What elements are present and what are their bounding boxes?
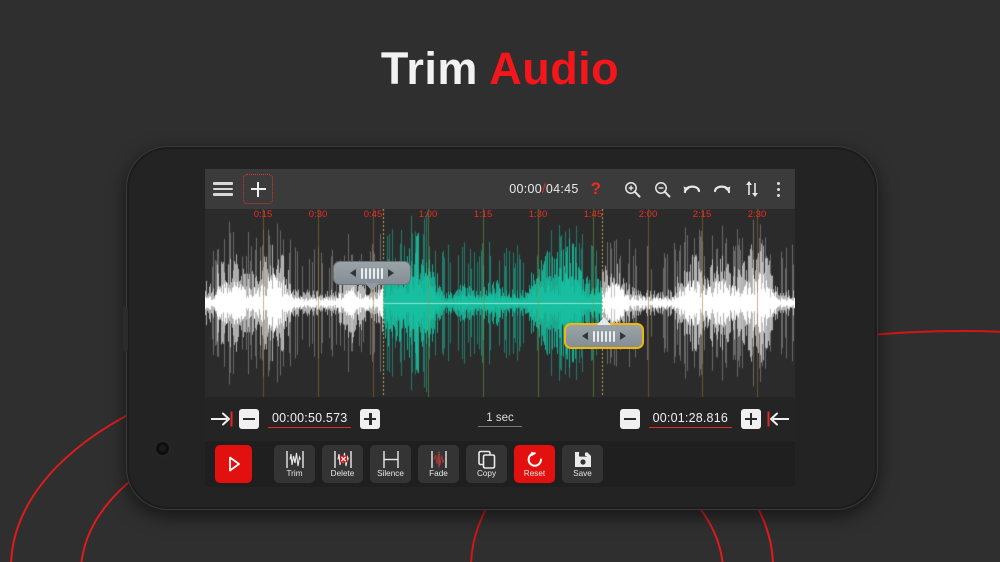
time-display: 00:00/04:45 xyxy=(509,182,578,196)
left-selection-handle[interactable] xyxy=(333,261,411,291)
redo-icon[interactable] xyxy=(707,169,737,209)
jump-to-start-icon[interactable] xyxy=(205,410,239,428)
handle-right-arrow-icon xyxy=(619,332,626,340)
help-button[interactable]: ? xyxy=(591,179,601,199)
delete-button[interactable]: Delete xyxy=(322,445,363,483)
start-time-value[interactable]: 00:00:50.573 xyxy=(268,411,352,428)
trim-button[interactable]: Trim xyxy=(274,445,315,483)
toolbar-right-group: 00:00/04:45 ? xyxy=(509,169,789,209)
save-button[interactable]: Save xyxy=(562,445,603,483)
phone-side-button xyxy=(123,306,128,352)
jump-to-end-icon[interactable] xyxy=(761,410,795,428)
handle-pointer xyxy=(597,317,611,325)
trim-icon xyxy=(282,449,308,469)
zoom-out-icon[interactable] xyxy=(647,169,677,209)
overflow-menu-icon[interactable] xyxy=(767,169,789,209)
fade-button[interactable]: Fade xyxy=(418,445,459,483)
step-size-value[interactable]: 1 sec xyxy=(478,412,522,427)
copy-button[interactable]: Copy xyxy=(466,445,507,483)
waveform-view[interactable]: 0:15 0:30 0:45 1:00 1:15 1:30 1:45 2:00 2:15 2:30… xyxy=(205,209,795,397)
waveform-canvas[interactable] xyxy=(205,209,795,397)
handle-right-arrow-icon xyxy=(387,269,394,277)
delete-label: Delete xyxy=(330,469,355,479)
decrease-start-time-button[interactable] xyxy=(239,409,259,429)
plus-icon xyxy=(250,181,266,197)
fade-label: Fade xyxy=(429,469,448,479)
fade-icon xyxy=(426,449,452,469)
hamburger-menu-icon[interactable] xyxy=(213,182,233,196)
phone-mockup: 00:00/04:45 ? 0:15 0:30 0:45 1:00 1:15 1… xyxy=(123,146,878,510)
reset-button[interactable]: Reset xyxy=(514,445,555,483)
time-total: 04:45 xyxy=(545,182,579,196)
increase-start-time-button[interactable] xyxy=(360,409,381,429)
time-adjust-row: 00:00:50.573 1 sec 00:01:28.816 xyxy=(205,397,795,441)
end-time-value[interactable]: 00:01:28.816 xyxy=(648,411,732,428)
handle-grip-icon xyxy=(361,267,383,279)
action-bar: Trim Delete Silence Fade Copy Reset Save xyxy=(205,441,795,487)
promo-banner: Trim Audio 00:00/04:45 ? 0:15 0:30 0:45 … xyxy=(0,0,1000,562)
handle-pointer xyxy=(365,283,379,291)
sort-vertical-icon[interactable] xyxy=(737,169,767,209)
title-word-audio: Audio xyxy=(489,43,620,94)
delete-icon xyxy=(330,449,356,469)
silence-icon xyxy=(378,449,404,469)
front-camera xyxy=(156,442,169,455)
toolbar-left-group xyxy=(213,169,273,209)
copy-label: Copy xyxy=(476,469,497,479)
silence-label: Silence xyxy=(377,469,404,479)
increase-end-time-button[interactable] xyxy=(741,409,761,429)
copy-icon xyxy=(476,449,498,469)
play-icon xyxy=(226,454,242,474)
add-button[interactable] xyxy=(243,174,273,204)
play-button[interactable] xyxy=(215,445,252,483)
undo-icon[interactable] xyxy=(677,169,707,209)
title-word-trim: Trim xyxy=(380,43,478,94)
zoom-in-icon[interactable] xyxy=(617,169,647,209)
handle-grip-icon xyxy=(593,330,615,342)
time-current: 00:00 xyxy=(509,182,543,196)
save-icon xyxy=(573,449,593,469)
reset-label: Reset xyxy=(523,469,546,479)
save-label: Save xyxy=(573,469,592,479)
decrease-end-time-button[interactable] xyxy=(619,409,640,429)
page-title: Trim Audio xyxy=(0,46,1000,91)
reset-icon xyxy=(525,449,545,469)
silence-button[interactable]: Silence xyxy=(370,445,411,483)
app-toolbar: 00:00/04:45 ? xyxy=(205,169,795,209)
handle-left-arrow-icon xyxy=(582,332,589,340)
handle-left-arrow-icon xyxy=(350,269,357,277)
app-screen: 00:00/04:45 ? 0:15 0:30 0:45 1:00 1:15 1… xyxy=(205,169,795,487)
trim-label: Trim xyxy=(286,469,303,479)
right-selection-handle[interactable] xyxy=(564,317,644,349)
